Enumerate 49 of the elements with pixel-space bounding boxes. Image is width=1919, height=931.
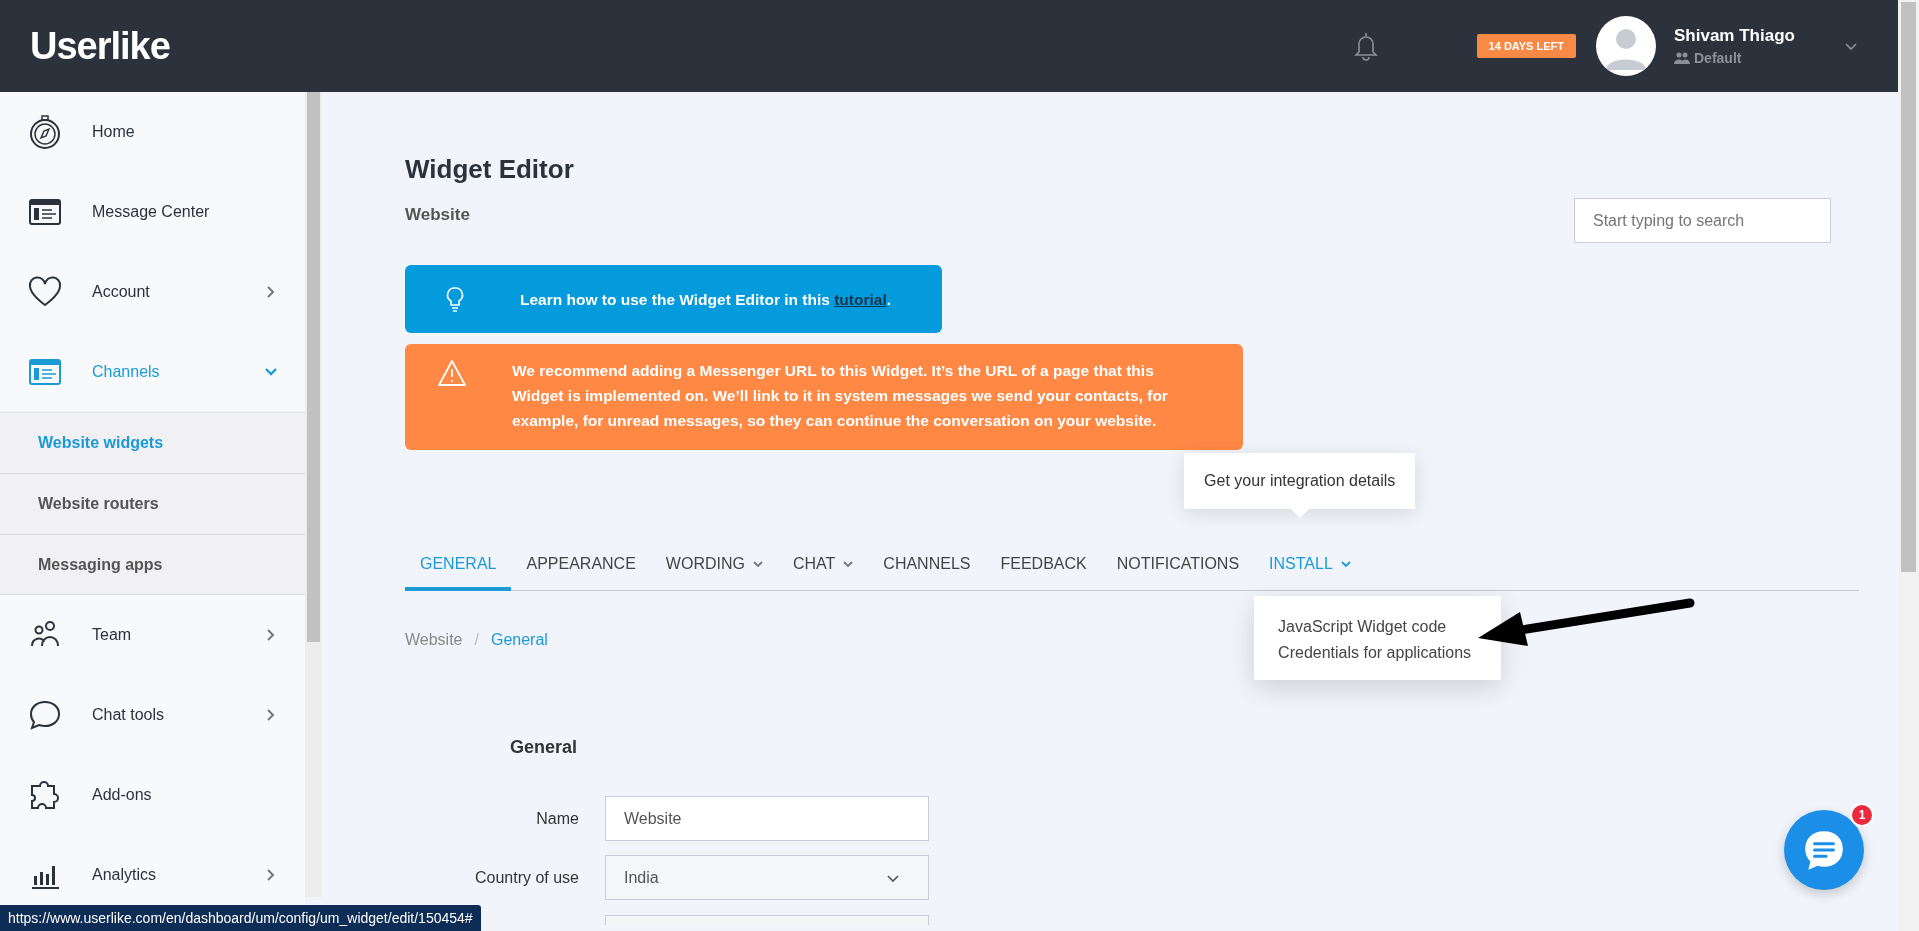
- banner-text: Learn how to use the Widget Editor in this tutorial.: [520, 289, 891, 310]
- user-name: Shivam Thiago: [1674, 26, 1796, 46]
- menu-item[interactable]: Credentials for applications: [1278, 644, 1472, 662]
- caret-icon[interactable]: [1844, 41, 1858, 51]
- sidebar-item[interactable]: Message Center: [0, 172, 305, 252]
- caret-icon: [886, 872, 900, 883]
- sidebar-item[interactable]: Account: [0, 252, 305, 332]
- heart-icon: [28, 275, 62, 309]
- search-field[interactable]: Start typing to search: [1574, 198, 1831, 243]
- page-title: Widget Editor: [405, 154, 574, 185]
- section-heading: General: [510, 737, 578, 758]
- warning-icon: [437, 358, 467, 388]
- tooltip: Get your integration details: [1184, 453, 1416, 509]
- tutorial-link[interactable]: tutorial: [834, 290, 887, 308]
- breadcrumb-separator: /: [474, 631, 479, 649]
- menu-item[interactable]: JavaScript Widget code: [1278, 618, 1472, 636]
- tab[interactable]: NOTIFICATIONS: [1101, 541, 1255, 591]
- trial-badge: 14 DAYS LEFT: [1476, 34, 1576, 58]
- url-tooltip: https://www.userlike.com/en/dashboard/um/config/um_widget/edit/150454#: [0, 905, 481, 931]
- tab[interactable]: CHAT: [777, 541, 869, 591]
- scrollbar[interactable]: [305, 92, 322, 897]
- tab[interactable]: WORDING: [650, 541, 778, 591]
- avatar[interactable]: [1596, 16, 1656, 76]
- sidebar-item[interactable]: Chat tools: [0, 675, 305, 755]
- sidebar-item[interactable]: Add-ons: [0, 755, 305, 835]
- scrollbar[interactable]: [1898, 0, 1919, 931]
- notification-badge: 1: [1850, 803, 1874, 827]
- compass-icon: [28, 115, 62, 149]
- tooltip-pointer: [1290, 509, 1309, 518]
- name-field[interactable]: Website: [605, 796, 929, 841]
- puzzle-piece-icon: [28, 778, 62, 812]
- page-subtitle: Website: [405, 205, 471, 225]
- people-icon: [1674, 52, 1690, 64]
- tab[interactable]: CHANNELS: [868, 541, 986, 591]
- tab[interactable]: APPEARANCE: [511, 541, 651, 591]
- logo[interactable]: Userlike: [30, 24, 170, 68]
- banner-text: We recommend adding a Messenger URL to this Widget. It’s the URL of a page that this Widget is implemented on. We’ll link to it in system messages we send your contacts, for example, for unread messages, so they can continue the conversation on your website.: [512, 361, 1169, 431]
- input-field[interactable]: [605, 915, 929, 925]
- country-dropdown[interactable]: India: [605, 855, 929, 900]
- field-label: Name: [535, 809, 580, 828]
- speech-bubble-icon: [28, 698, 62, 732]
- user-role: Default: [1694, 50, 1742, 66]
- chat-button[interactable]: [1784, 810, 1864, 890]
- field-label: Country of use: [473, 868, 580, 887]
- sidebar-subitem[interactable]: Messaging apps: [0, 534, 305, 595]
- tab[interactable]: FEEDBACK: [985, 541, 1102, 591]
- sidebar-item[interactable]: Home: [0, 92, 305, 172]
- sidebar-item[interactable]: Team: [0, 595, 305, 675]
- sidebar-subitem[interactable]: Website routers: [0, 473, 305, 534]
